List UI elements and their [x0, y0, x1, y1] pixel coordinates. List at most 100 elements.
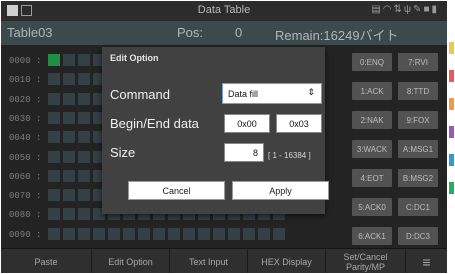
- data-cell[interactable]: [48, 208, 60, 220]
- row-label: 0080 :: [9, 210, 42, 220]
- selected-data-cell[interactable]: [48, 54, 60, 66]
- pos-label: Pos:: [177, 25, 204, 40]
- wifi-icon: ◠: [382, 4, 394, 15]
- data-cell[interactable]: [48, 93, 60, 105]
- data-cell[interactable]: [63, 189, 75, 201]
- data-cell[interactable]: [273, 228, 285, 240]
- data-cell[interactable]: [63, 208, 75, 220]
- chevron-updown-icon: ⇕: [307, 87, 315, 97]
- data-cell[interactable]: [48, 170, 60, 182]
- char-button[interactable]: 1:ACK: [352, 82, 392, 100]
- data-cell[interactable]: [213, 228, 225, 240]
- char-button[interactable]: 2:NAK: [352, 111, 392, 129]
- data-cell[interactable]: [63, 228, 75, 240]
- menu-icon[interactable]: ≡: [406, 249, 447, 273]
- data-cell[interactable]: [228, 228, 240, 240]
- set-cancel-parity-button[interactable]: Set/Cancel Parity/MP: [326, 249, 406, 273]
- data-cell[interactable]: [78, 93, 90, 105]
- data-cell[interactable]: [48, 228, 60, 240]
- data-cell[interactable]: [63, 73, 75, 85]
- char-button[interactable]: B:MSG2: [398, 169, 438, 187]
- text-input-button[interactable]: Text Input: [170, 249, 248, 273]
- char-button[interactable]: 5:ACK0: [352, 198, 392, 216]
- data-cell[interactable]: [78, 228, 90, 240]
- paste-button[interactable]: Paste: [1, 249, 92, 273]
- data-cell[interactable]: [63, 54, 75, 66]
- battery-icon: ▮: [431, 4, 439, 15]
- data-cell[interactable]: [243, 228, 255, 240]
- data-cell[interactable]: [78, 131, 90, 143]
- data-cell[interactable]: [78, 208, 90, 220]
- end-data-field[interactable]: 0x03: [276, 114, 322, 133]
- data-cell[interactable]: [78, 112, 90, 124]
- data-cell[interactable]: [78, 170, 90, 182]
- info-bar: Table03 Pos: 0 Remain:16249バイト: [1, 21, 447, 45]
- begin-end-label: Begin/End data: [110, 116, 199, 131]
- char-button[interactable]: 4:EOT: [352, 169, 392, 187]
- char-button[interactable]: 3:WACK: [352, 140, 392, 158]
- data-cell[interactable]: [63, 170, 75, 182]
- data-cell[interactable]: [63, 131, 75, 143]
- sd-card-icon: ▤: [371, 4, 383, 15]
- sync-icon: ⇅: [393, 4, 404, 15]
- data-cell[interactable]: [78, 151, 90, 163]
- data-cell[interactable]: [63, 151, 75, 163]
- row-label: 0010 :: [9, 75, 42, 85]
- cancel-button[interactable]: Cancel: [128, 181, 225, 200]
- char-button[interactable]: D:DC3: [398, 227, 438, 245]
- data-cell[interactable]: [78, 189, 90, 201]
- char-button[interactable]: 7:RVI: [398, 53, 438, 71]
- usb-icon: ψ: [403, 4, 414, 15]
- row-label: 0040 :: [9, 133, 42, 143]
- size-field[interactable]: 8: [224, 143, 264, 162]
- row-label: 0020 :: [9, 95, 42, 105]
- row-label: 0090 :: [9, 230, 42, 240]
- apply-button[interactable]: Apply: [232, 181, 329, 200]
- bottom-bar: Paste Edit Option Text Input HEX Display…: [1, 248, 447, 273]
- data-cell[interactable]: [138, 228, 150, 240]
- char-button[interactable]: 9:FOX: [398, 111, 438, 129]
- char-button[interactable]: A:MSG1: [398, 140, 438, 158]
- char-button[interactable]: 8:TTD: [398, 82, 438, 100]
- char-button[interactable]: 0:ENQ: [352, 53, 392, 71]
- char-button[interactable]: C:DC1: [398, 198, 438, 216]
- device-screen: Data Table ▤◠⇅ψ✎■▮ Table03 Pos: 0 Remain…: [1, 1, 447, 273]
- dialog-title: Edit Option: [110, 53, 159, 63]
- size-range-hint: [ 1 - 16384 ]: [268, 151, 311, 160]
- data-cell[interactable]: [198, 228, 210, 240]
- data-cell[interactable]: [108, 228, 120, 240]
- row-label: 0060 :: [9, 172, 42, 182]
- data-cell[interactable]: [78, 73, 90, 85]
- status-icons: ▤◠⇅ψ✎■▮: [371, 4, 439, 15]
- data-cell[interactable]: [153, 228, 165, 240]
- data-cell[interactable]: [48, 112, 60, 124]
- data-cell[interactable]: [63, 93, 75, 105]
- data-cell[interactable]: [48, 189, 60, 201]
- begin-data-field[interactable]: 0x00: [224, 114, 270, 133]
- status-bar: Data Table ▤◠⇅ψ✎■▮: [1, 1, 447, 21]
- data-cell[interactable]: [93, 228, 105, 240]
- hex-display-button[interactable]: HEX Display: [248, 249, 326, 273]
- edit-option-dialog: Edit Option Command Data fill ⇕ Begin/En…: [102, 47, 329, 214]
- command-label: Command: [110, 87, 170, 102]
- remain-bytes: Remain:16249バイト: [275, 28, 399, 43]
- data-cell[interactable]: [183, 228, 195, 240]
- data-cell[interactable]: [168, 228, 180, 240]
- data-cell[interactable]: [48, 151, 60, 163]
- edit-option-button[interactable]: Edit Option: [92, 249, 170, 273]
- data-cell[interactable]: [48, 73, 60, 85]
- row-label: 0050 :: [9, 153, 42, 163]
- right-edge-strip: [447, 0, 455, 274]
- table-name: Table03: [7, 25, 53, 40]
- data-cell[interactable]: [123, 228, 135, 240]
- char-button[interactable]: 6:ACK1: [352, 227, 392, 245]
- pos-value: 0: [235, 25, 243, 40]
- row-label: 0030 :: [9, 114, 42, 124]
- row-label: 0070 :: [9, 191, 42, 201]
- data-cell[interactable]: [48, 131, 60, 143]
- command-select[interactable]: Data fill ⇕: [222, 83, 322, 104]
- size-label: Size: [110, 145, 136, 160]
- data-cell[interactable]: [258, 228, 270, 240]
- data-cell[interactable]: [78, 54, 90, 66]
- data-cell[interactable]: [63, 112, 75, 124]
